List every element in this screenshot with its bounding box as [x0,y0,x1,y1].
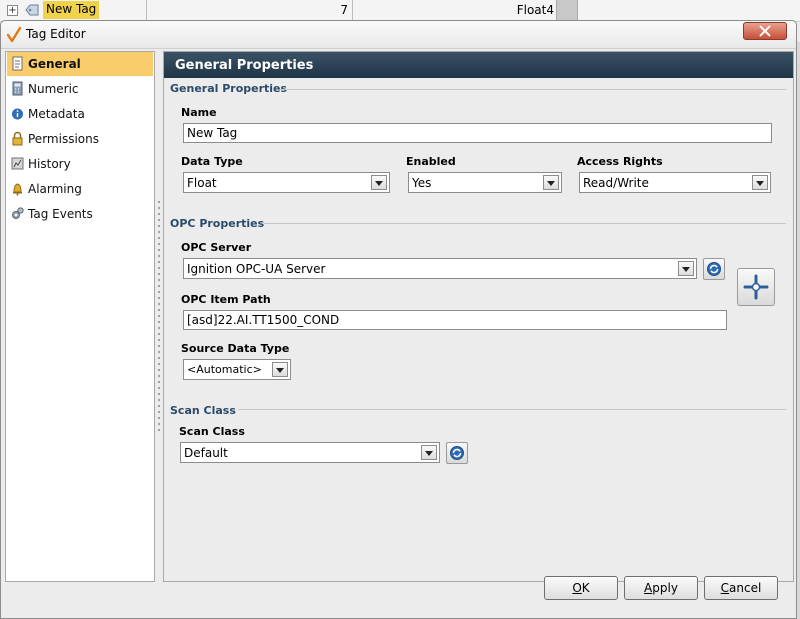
nav-label-history: History [28,157,71,171]
apply-label-rest: pply [652,581,678,595]
name-field[interactable]: New Tag [183,123,772,143]
nav-label-alarming: Alarming [28,182,82,196]
panel-title: General Properties [175,58,314,73]
nav-label-numeric: Numeric [28,82,79,96]
properties-panel: General Properties General Properties Na… [163,51,794,582]
source-data-type-label: Source Data Type [181,342,290,355]
opc-item-path-label: OPC Item Path [181,293,271,306]
panel-header: General Properties [164,52,793,78]
nav-item-general[interactable]: General [7,52,153,76]
nav-label-permissions: Permissions [28,132,99,146]
edit-scan-class-button[interactable] [446,442,468,464]
cancel-mnemonic: C [720,581,730,595]
info-icon [12,108,23,120]
apply-button[interactable]: Apply [624,576,698,600]
browse-opc-button[interactable] [737,268,775,306]
nav-item-permissions[interactable]: Permissions [7,127,153,151]
scan-class-label: Scan Class [179,425,245,438]
category-list: General Numeric Metadata Permissions His… [5,51,155,582]
refresh-icon [707,262,721,276]
tag-editor-dialog: Tag Editor General Numeric Metadata Perm… [0,20,797,619]
access-rights-label: Access Rights [577,155,663,168]
chevron-down-icon[interactable] [421,445,437,460]
access-rights-select[interactable]: Read/Write [579,172,771,193]
dialog-title: Tag Editor [26,27,86,41]
source-data-type-select[interactable]: <Automatic> [183,359,291,380]
check-pen-icon [6,26,22,43]
close-icon [759,25,771,37]
background-tag-value: 7 [340,3,348,17]
refresh-icon [450,446,464,460]
opc-server-value: Ignition OPC-UA Server [187,262,326,276]
background-tag-type: Float4 [516,3,554,17]
data-type-value: Float [187,176,217,190]
source-data-type-value: <Automatic> [187,363,262,376]
document-icon [12,56,23,71]
opc-item-path-field[interactable]: [asd]22.AI.TT1500_COND [183,310,727,330]
calculator-icon [12,81,23,96]
background-table-row: + New Tag 7 Float4 [0,0,800,46]
nav-item-alarming[interactable]: Alarming [7,177,153,201]
nav-label-metadata: Metadata [28,107,85,121]
nav-label-general: General [28,57,81,71]
lock-icon [12,131,23,146]
crosshair-icon [743,274,769,300]
chevron-down-icon[interactable] [678,261,694,276]
chevron-down-icon[interactable] [543,175,559,190]
opc-server-select[interactable]: Ignition OPC-UA Server [183,258,697,279]
background-tag-name[interactable]: New Tag [43,1,100,19]
section-title-scan-class: Scan Class [170,404,236,417]
data-type-label: Data Type [181,155,243,168]
tag-icon [25,4,39,16]
opc-server-label: OPC Server [181,241,252,254]
enabled-select[interactable]: Yes [408,172,562,193]
bell-icon [13,183,22,196]
nav-item-tag-events[interactable]: Tag Events [7,202,153,226]
ok-button[interactable]: OK [544,576,618,600]
enabled-value: Yes [412,176,432,190]
close-button[interactable] [743,22,787,40]
chevron-down-icon[interactable] [272,362,288,377]
nav-item-metadata[interactable]: Metadata [7,102,153,126]
nav-item-numeric[interactable]: Numeric [7,77,153,101]
ok-mnemonic: O [572,581,582,595]
access-rights-value: Read/Write [583,176,649,190]
scan-class-value: Default [184,446,228,460]
cancel-label-rest: ancel [729,581,762,595]
data-type-select[interactable]: Float [183,172,390,193]
section-title-general: General Properties [170,82,288,95]
chevron-down-icon[interactable] [371,175,387,190]
nav-label-tag-events: Tag Events [28,207,93,221]
chevron-down-icon[interactable] [752,175,768,190]
enabled-label: Enabled [406,155,456,168]
scan-class-select[interactable]: Default [180,442,440,463]
expand-tree-icon[interactable]: + [7,5,18,16]
browse-server-button[interactable] [703,258,725,280]
history-icon [11,157,24,170]
dialog-titlebar[interactable]: Tag Editor [1,21,796,49]
splitter-handle[interactable] [156,51,162,582]
cancel-button[interactable]: Cancel [704,576,778,600]
section-title-opc: OPC Properties [170,217,265,230]
nav-item-history[interactable]: History [7,152,153,176]
ok-label-rest: K [581,581,590,595]
gears-icon [12,207,24,219]
name-label: Name [181,106,217,119]
